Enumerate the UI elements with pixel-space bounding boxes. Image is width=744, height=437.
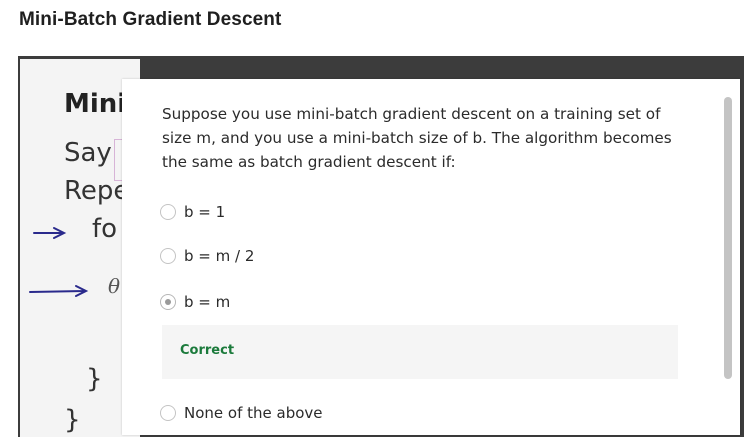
slide-arrow-icon [29, 285, 89, 297]
radio-button[interactable] [160, 248, 176, 264]
radio-button[interactable] [160, 204, 176, 220]
slide-line-say: Say [64, 138, 112, 168]
slide-line-repeat: Repe [64, 176, 130, 206]
quiz-option[interactable]: b = m / 2 [160, 247, 254, 265]
feedback-text: Correct [180, 343, 235, 358]
feedback-box: Correct [162, 325, 678, 379]
scrollbar-thumb[interactable] [724, 97, 732, 379]
quiz-option[interactable]: b = 1 [160, 203, 225, 221]
radio-button[interactable] [160, 405, 176, 421]
option-label: None of the above [184, 404, 323, 422]
slide-brace-inner: } [86, 364, 103, 394]
quiz-dialog: Suppose you use mini-batch gradient desc… [122, 79, 740, 435]
slide-brace-outer: } [64, 405, 81, 435]
option-label: b = m [184, 293, 231, 311]
quiz-question: Suppose you use mini-batch gradient desc… [162, 105, 672, 171]
quiz-option-selected[interactable]: b = m [160, 293, 230, 311]
radio-dot [165, 299, 171, 305]
option-label: b = 1 [184, 203, 226, 221]
slide-line-for: fo [92, 214, 118, 244]
quiz-option[interactable]: None of the above [160, 404, 323, 422]
option-label: b = m / 2 [184, 247, 255, 265]
page-title: Mini-Batch Gradient Descent [19, 9, 282, 30]
radio-button-selected[interactable] [160, 294, 176, 310]
slide-heading: Mini [64, 89, 127, 119]
slide-line-theta: θ [108, 274, 121, 298]
slide-arrow-icon [33, 227, 67, 239]
